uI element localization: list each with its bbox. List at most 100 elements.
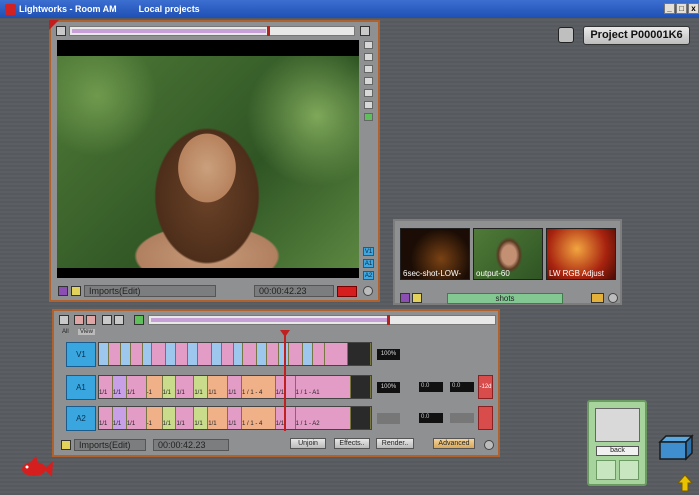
a1-clip[interactable]: 1 / 1 - 4 [242,376,276,398]
side-tool-6[interactable] [364,101,373,109]
toolbox-back-button[interactable]: back [596,446,639,456]
toolbox-left-drawer[interactable] [596,460,616,480]
advanced-button[interactable]: Advanced [433,438,475,449]
viewer-scrub-bar[interactable] [69,26,355,36]
timeline-forward-icon[interactable] [114,315,124,325]
v1-clip[interactable] [152,343,167,365]
arrow-up-icon[interactable] [677,474,693,492]
track-a2-button[interactable]: A2 [66,406,96,431]
toolbox-chest-icon[interactable] [656,432,696,462]
timeline-menu-button[interactable] [59,315,69,325]
side-tool-3[interactable] [364,65,373,73]
track-a1-clips[interactable]: 1/1 1/1 1/1 -1 1/1 1/1 1/1 1/1 1/1 1 / 1… [98,375,372,399]
a1-clip[interactable]: 1/1 [194,376,209,398]
bin-pencil-icon[interactable] [412,293,422,303]
a1-clip[interactable]: 1/1 [228,376,243,398]
a2-value-1[interactable]: 0.0 [419,413,443,423]
viewer-play-icon[interactable] [58,286,68,296]
timeline-timecode[interactable]: 00:00:42.23 [153,439,229,451]
thumb-2[interactable]: output-60 [473,228,543,280]
a2-db-button[interactable] [478,406,493,430]
a2-clip[interactable]: 1/1 [228,407,243,429]
bin-gear-icon[interactable] [608,293,618,303]
v1-clip[interactable] [176,343,189,365]
render-button[interactable]: Render.. [376,438,414,449]
a2-clip[interactable]: 1/1 [126,407,147,429]
viewer-menu-button[interactable] [56,26,66,36]
a1-clip[interactable]: 1/1 [99,376,113,398]
a1-clip[interactable]: 1/1 [126,376,147,398]
v1-clip[interactable] [312,343,325,365]
v1-clip[interactable] [324,343,349,365]
bin-folder-icon[interactable] [591,293,604,303]
track-v1-button[interactable]: V1 [66,342,96,367]
timeline-export-icon[interactable] [134,315,144,325]
a2-clip[interactable]: 1/1 [112,407,127,429]
v1-clip[interactable] [288,343,303,365]
timeline-pencil-icon[interactable] [61,440,71,450]
record-button[interactable] [337,286,357,297]
side-tool-4[interactable] [364,77,373,85]
scrub-position-marker[interactable] [267,26,270,36]
maximize-button[interactable]: □ [676,3,687,14]
v1-clip[interactable] [142,343,153,365]
a1-value-2[interactable]: 0.0 [450,382,474,392]
thumb-1[interactable]: 6sec-shot-LOW- [400,228,470,280]
viewer-timecode[interactable]: 00:00:42.23 [254,285,334,297]
v1-level[interactable]: 100% [377,349,400,360]
v1-clip[interactable] [211,343,222,365]
project-button[interactable]: Project P00001K6 [583,26,690,45]
thumb-3[interactable]: LW RGB Adjust [546,228,616,280]
a2-value-2[interactable] [450,413,474,423]
v1-clip[interactable] [233,343,244,365]
v1-clip[interactable] [302,343,313,365]
video-frame[interactable] [57,40,359,278]
v1-clip[interactable] [99,343,109,365]
a1-clip[interactable]: 1/1 [176,376,195,398]
toolbox-right-drawer[interactable] [619,460,639,480]
close-button[interactable]: x [688,3,699,14]
timeline-scrub-bar[interactable] [148,315,496,325]
a1-clip[interactable]: 1/1 [112,376,127,398]
side-tool-2[interactable] [364,53,373,61]
a1-value-1[interactable]: 0.0 [419,382,443,392]
bin-play-icon[interactable] [400,293,410,303]
a2-clip[interactable]: -1 [146,407,163,429]
a1-db-button[interactable]: -12d [478,375,493,399]
track-v1-small[interactable]: V1 [363,247,374,256]
a2-clip[interactable]: 1/1 [162,407,177,429]
a2-clip[interactable]: 1/1 [99,407,113,429]
v1-clip[interactable] [166,343,177,365]
a1-level[interactable]: 100% [377,382,400,393]
v1-clip[interactable] [221,343,234,365]
track-v1-clips[interactable] [98,342,372,366]
a2-clip[interactable]: 1/1 [194,407,209,429]
a2-clip[interactable]: 1/1 [208,407,229,429]
all-label[interactable]: All [62,329,69,335]
viewer-pencil-icon[interactable] [71,286,81,296]
a2-clip[interactable]: 1 / 1 - 4 [242,407,276,429]
timeline-scrub-marker[interactable] [387,315,390,325]
local-projects-menu[interactable]: Local projects [139,4,200,14]
timeline-gear-icon[interactable] [484,440,494,450]
v1-clip[interactable] [130,343,143,365]
viewer-close-button[interactable] [360,26,370,36]
side-tool-7[interactable] [364,113,373,121]
a2-level[interactable] [377,413,400,424]
a1-clip[interactable]: 1/1 [162,376,177,398]
a1-clip[interactable]: 1/1 [208,376,229,398]
v1-clip[interactable] [108,343,121,365]
v1-clip[interactable] [188,343,198,365]
minimize-button[interactable]: _ [664,3,675,14]
v1-clip[interactable] [267,343,280,365]
a1-clip[interactable]: 1 / 1 - A1 [295,376,352,398]
viewer-gear-icon[interactable] [363,286,373,296]
playhead-line[interactable] [284,333,286,431]
side-tool-1[interactable] [364,41,373,49]
timeline-redo-icon[interactable] [86,315,96,325]
track-a1-button[interactable]: A1 [66,375,96,400]
view-label[interactable]: View [78,329,95,335]
a1-clip[interactable]: -1 [146,376,163,398]
timeline-undo-icon[interactable] [74,315,84,325]
v1-clip[interactable] [120,343,131,365]
